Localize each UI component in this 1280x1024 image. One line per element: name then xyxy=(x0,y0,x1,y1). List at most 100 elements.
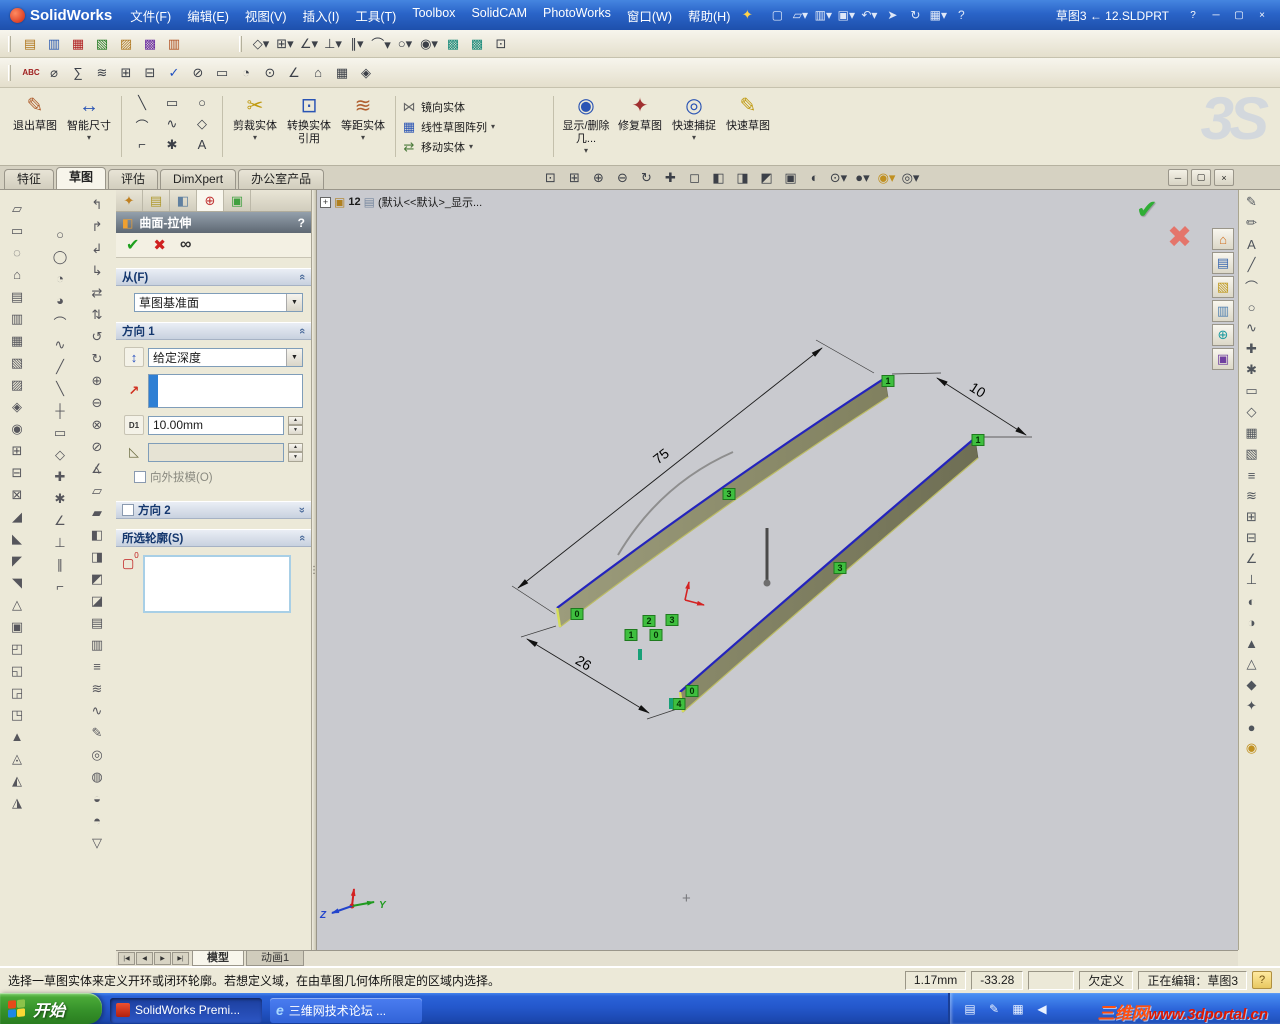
tool-icon[interactable]: ∡ xyxy=(87,460,107,477)
render-ball-icon[interactable]: ◉▾ xyxy=(876,167,897,188)
depth-stepper[interactable]: ▲ ▼ xyxy=(288,415,303,435)
tool-icon[interactable]: ▧ xyxy=(7,354,27,371)
view-tool-icon[interactable]: ⊖ xyxy=(612,167,633,188)
home-icon[interactable]: ⌂ xyxy=(1212,228,1234,250)
from-plane-select[interactable]: 草图基准面 ▼ xyxy=(134,293,303,312)
tool-icon[interactable]: ⊟ xyxy=(1241,530,1263,545)
toolbar-icon[interactable]: ∠ xyxy=(283,63,305,83)
tool-icon[interactable]: ◎ xyxy=(87,746,107,763)
tool-icon[interactable]: ◲ xyxy=(7,684,27,701)
tree-item-label[interactable]: 12 xyxy=(348,196,360,208)
sketch-relation-badge[interactable]: 1 xyxy=(881,375,895,387)
propertymanager-tab[interactable]: ▤ xyxy=(143,190,170,211)
view-tool-icon[interactable]: ◻ xyxy=(684,167,705,188)
toolbar-grip[interactable] xyxy=(239,35,242,52)
menu-item[interactable]: PhotoWorks xyxy=(535,2,619,29)
chevron-up-icon[interactable]: « xyxy=(296,274,308,280)
solid-snap2-icon[interactable]: ▩ xyxy=(466,34,488,54)
offset-entities-button[interactable]: ≋ 等距实体 ▾ xyxy=(336,88,390,165)
sketch-entity-icon[interactable]: A xyxy=(198,137,207,158)
spin-down-icon[interactable]: ▼ xyxy=(288,425,303,435)
layer-props-icon[interactable]: ▥ xyxy=(43,34,65,54)
snap-icon[interactable]: ⌒▾ xyxy=(370,34,392,54)
tool-icon[interactable]: ▦ xyxy=(7,332,27,349)
tool-icon[interactable]: ◆ xyxy=(1241,677,1263,692)
tool-icon[interactable]: ▨ xyxy=(7,376,27,393)
grid-icon[interactable]: ▩ xyxy=(139,34,161,54)
dropdown-icon[interactable]: ▾ xyxy=(469,142,473,151)
toolbar-grip[interactable] xyxy=(8,64,11,81)
tab-features[interactable]: 特征 xyxy=(4,169,55,189)
extrude-direction-handle[interactable] xyxy=(763,528,771,587)
tool-icon[interactable]: ◓ xyxy=(87,812,107,829)
tab-sketch[interactable]: 草图 xyxy=(56,167,107,189)
draft-angle-input[interactable] xyxy=(148,442,284,462)
tool-icon[interactable]: ✱ xyxy=(1241,362,1263,377)
chevron-down-icon[interactable]: « xyxy=(296,507,308,513)
restore-button[interactable]: ▢ xyxy=(1229,7,1249,23)
toolbar-icon[interactable]: ▦ xyxy=(331,63,353,83)
tool-icon[interactable]: ◒ xyxy=(87,790,107,807)
tool-icon[interactable]: ⊠ xyxy=(7,486,27,503)
keyboard-icon[interactable]: ▦ xyxy=(1010,1002,1026,1016)
tool-icon[interactable]: ⌐ xyxy=(50,578,70,595)
tab-model[interactable]: 模型 xyxy=(192,951,244,966)
rapid-sketch-button[interactable]: ✎ 快速草图 xyxy=(721,88,775,165)
view-tool-icon[interactable]: ◧ xyxy=(708,167,729,188)
tool-icon[interactable]: ⊘ xyxy=(87,438,107,455)
tool-icon[interactable]: ◌ xyxy=(7,244,27,261)
tool-icon[interactable]: ▰ xyxy=(87,504,107,521)
tool-icon[interactable]: ⊞ xyxy=(7,442,27,459)
view-tool-icon[interactable]: ●▾ xyxy=(852,167,873,188)
tool-icon[interactable]: ● xyxy=(1241,720,1263,735)
layer-icon[interactable]: ▤ xyxy=(19,34,41,54)
tool-icon[interactable]: ↰ xyxy=(87,196,107,213)
tool-icon[interactable]: ◨ xyxy=(87,548,107,565)
tool-icon[interactable]: ≋ xyxy=(1241,488,1263,503)
snap-icon[interactable]: ⊥▾ xyxy=(322,34,344,54)
tool-icon[interactable]: ▧ xyxy=(1241,446,1263,461)
tool-icon[interactable]: ∿ xyxy=(50,336,70,353)
check-sketch-icon[interactable]: ✓ xyxy=(163,63,185,83)
menu-item[interactable]: Toolbox xyxy=(404,2,463,29)
tool-icon[interactable]: ✏ xyxy=(1241,215,1263,230)
view-tool-icon[interactable]: ⊞ xyxy=(564,167,585,188)
tool-icon[interactable]: ⊗ xyxy=(87,416,107,433)
smart-dimension-button[interactable]: ↔ 智能尺寸 ▾ xyxy=(62,88,116,165)
trim-entities-button[interactable]: ✂ 剪裁实体 ▾ xyxy=(228,88,282,165)
tool-icon[interactable]: ◩ xyxy=(87,570,107,587)
view-tool-icon[interactable]: ⊙▾ xyxy=(828,167,849,188)
tool-icon[interactable]: ↳ xyxy=(87,262,107,279)
tool-icon[interactable]: ◪ xyxy=(87,592,107,609)
tool-icon[interactable]: ▣ xyxy=(7,618,27,635)
tool-icon[interactable]: ≋ xyxy=(87,680,107,697)
tool-icon[interactable]: △ xyxy=(1241,656,1263,671)
tool-icon[interactable]: ⇄ xyxy=(87,284,107,301)
dimension-width-top[interactable]: 10 xyxy=(891,372,1032,438)
dropdown-icon[interactable]: ▾ xyxy=(361,133,365,142)
menu-item[interactable]: 工具(T) xyxy=(347,2,404,29)
toolbar-icon[interactable]: ∑ xyxy=(67,63,89,83)
dropdown-icon[interactable]: ▾ xyxy=(87,133,91,142)
input-method-icon[interactable]: ▤ xyxy=(962,1002,978,1016)
tool-icon[interactable]: ▲ xyxy=(1241,636,1263,651)
tool-icon[interactable]: ∿ xyxy=(1241,320,1263,335)
dimension-text[interactable]: 75 xyxy=(650,445,672,467)
snap-icon[interactable]: ⊞▾ xyxy=(274,34,296,54)
featuremanager-tab[interactable]: ✦ xyxy=(116,190,143,211)
tab-scroll-button[interactable]: ◀ xyxy=(136,952,153,965)
depth-input[interactable]: 10.00mm xyxy=(148,415,284,435)
tool-icon[interactable]: ◐ xyxy=(1241,594,1263,609)
tool-icon[interactable]: ▭ xyxy=(7,222,27,239)
repair-sketch-button[interactable]: ✦ 修复草图 xyxy=(613,88,667,165)
tool-icon[interactable]: ◱ xyxy=(7,662,27,679)
chevron-up-icon[interactable]: « xyxy=(296,535,308,541)
tool-icon[interactable]: ▤ xyxy=(7,288,27,305)
section-from[interactable]: 从(F) « xyxy=(116,268,311,286)
menu-item[interactable]: 插入(I) xyxy=(295,2,348,29)
toolbar-grip[interactable] xyxy=(8,35,11,52)
tool-icon[interactable]: ↲ xyxy=(87,240,107,257)
hatch-icon[interactable]: ▨ xyxy=(115,34,137,54)
exit-sketch-button[interactable]: ✎ 退出草图 xyxy=(8,88,62,165)
tool-icon[interactable]: ◳ xyxy=(7,706,27,723)
